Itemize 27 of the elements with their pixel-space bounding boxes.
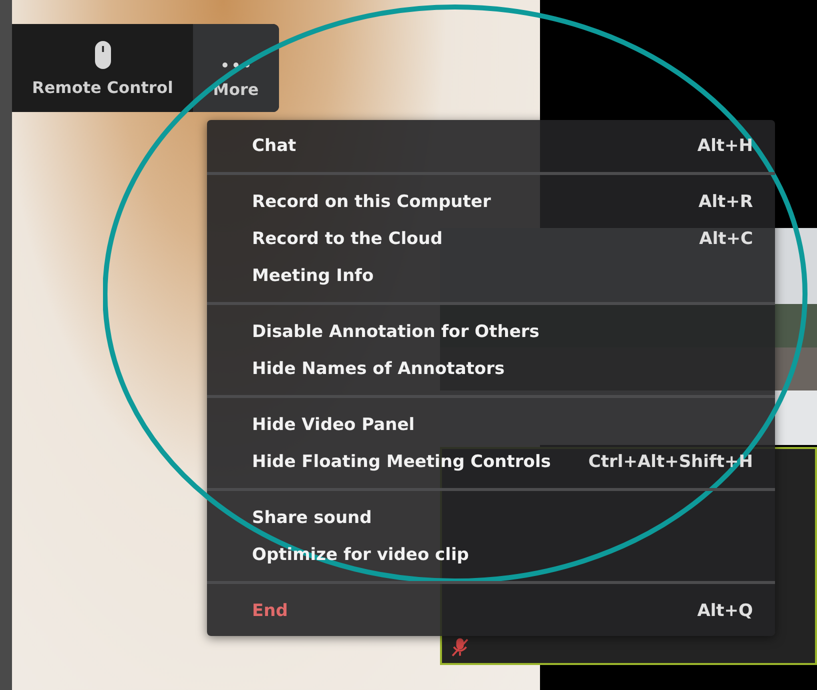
- menu-item-label: Record on this Computer: [252, 192, 491, 212]
- menu-item-label: Hide Floating Meeting Controls: [252, 452, 551, 472]
- menu-item[interactable]: Chat Alt+H: [207, 127, 775, 164]
- menu-item-label: Disable Annotation for Others: [252, 322, 540, 342]
- menu-item-label: Hide Names of Annotators: [252, 358, 505, 378]
- menu-item[interactable]: Optimize for video clip: [207, 536, 775, 573]
- menu-item-label: Meeting Info: [252, 266, 374, 286]
- menu-item[interactable]: Record to the Cloud Alt+C: [207, 220, 775, 257]
- menu-item-label: Optimize for video clip: [252, 544, 469, 564]
- menu-item[interactable]: End Alt+Q: [207, 592, 775, 629]
- menu-item[interactable]: Share sound: [207, 499, 775, 536]
- menu-item-label: Chat: [252, 136, 296, 156]
- shortcut-label: Alt+C: [699, 228, 753, 248]
- menu-item-label: End: [252, 600, 288, 620]
- menu-item[interactable]: Disable Annotation for Others: [207, 313, 775, 350]
- menu-item[interactable]: Hide Video Panel: [207, 406, 775, 443]
- shortcut-label: Alt+H: [697, 136, 753, 156]
- shortcut-label: Alt+Q: [697, 600, 753, 620]
- menu-item[interactable]: Record on this Computer Alt+R: [207, 183, 775, 220]
- menu-item[interactable]: Hide Names of Annotators: [207, 350, 775, 387]
- menu-item-label: Hide Video Panel: [252, 414, 415, 434]
- mouse-icon: [94, 40, 112, 70]
- shortcut-label: Alt+R: [698, 192, 753, 212]
- menu-item[interactable]: Meeting Info: [207, 257, 775, 294]
- menu-item-label: Share sound: [252, 508, 372, 528]
- menu-item-label: Record to the Cloud: [252, 228, 443, 248]
- more-dots-icon: [220, 62, 251, 68]
